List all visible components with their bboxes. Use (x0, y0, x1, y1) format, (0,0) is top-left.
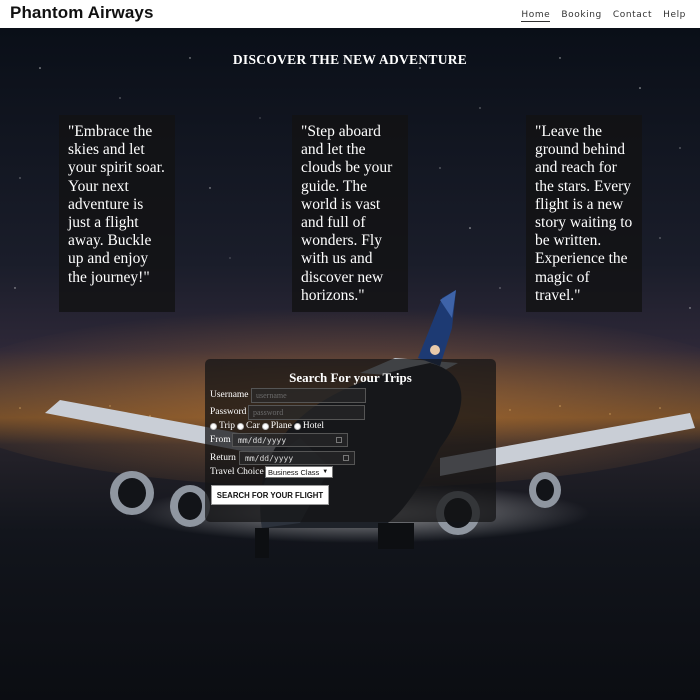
top-navbar: Phantom Airways Home Booking Contact Hel… (0, 0, 700, 28)
date-value: mm/dd/yyyy (245, 453, 294, 463)
select-value: Business Class (268, 467, 320, 477)
from-date-input[interactable]: mm/dd/yyyy (232, 433, 348, 447)
from-label: From (210, 435, 231, 445)
chevron-down-icon: ▼ (322, 469, 329, 475)
username-label: Username (210, 390, 249, 400)
travel-choice-select[interactable]: Business Class ▼ (265, 466, 333, 478)
nav-home-link[interactable]: Home (521, 10, 551, 22)
return-date-input[interactable]: mm/dd/yyyy (239, 451, 355, 465)
radio-label: Hotel (302, 421, 324, 431)
radio-label: Plane (270, 421, 292, 431)
radio-button-icon[interactable] (210, 422, 217, 430)
radio-label: Trip (219, 421, 236, 431)
radio-label: Car (246, 421, 260, 431)
trip-type-radio-group: Trip Car Plane Hotel (210, 421, 326, 431)
radio-button-icon[interactable] (237, 422, 245, 430)
main-nav: Home Booking Contact Help (521, 10, 686, 22)
travel-choice-label: Travel Choice (210, 467, 264, 477)
username-input[interactable] (251, 388, 366, 403)
trip-search-form: Search For your Trips Username Password … (205, 359, 496, 522)
radio-button-icon[interactable] (261, 422, 269, 430)
search-flight-button[interactable]: SEARCH FOR YOUR FLIGHT (211, 485, 329, 505)
brand-logo-text[interactable]: Phantom Airways (10, 3, 154, 23)
radio-plane[interactable]: Plane (261, 421, 292, 431)
radio-hotel[interactable]: Hotel (293, 421, 324, 431)
radio-button-icon[interactable] (293, 422, 301, 430)
calendar-icon[interactable] (336, 437, 342, 443)
quote-card: "Step aboard and let the clouds be your … (292, 115, 408, 312)
quote-card: "Leave the ground behind and reach for t… (526, 115, 642, 312)
radio-car[interactable]: Car (237, 421, 260, 431)
nav-booking-link[interactable]: Booking (561, 10, 602, 22)
date-value: mm/dd/yyyy (238, 435, 287, 445)
nav-help-link[interactable]: Help (663, 10, 686, 22)
return-label: Return (210, 453, 236, 463)
nav-contact-link[interactable]: Contact (613, 10, 652, 22)
radio-trip[interactable]: Trip (210, 421, 235, 431)
form-title: Search For your Trips (289, 370, 412, 385)
password-input[interactable] (248, 405, 365, 420)
calendar-icon[interactable] (343, 455, 349, 461)
hero-title: DISCOVER THE NEW ADVENTURE (232, 52, 468, 67)
password-label: Password (210, 407, 247, 417)
quote-card: "Embrace the skies and let your spirit s… (59, 115, 175, 312)
